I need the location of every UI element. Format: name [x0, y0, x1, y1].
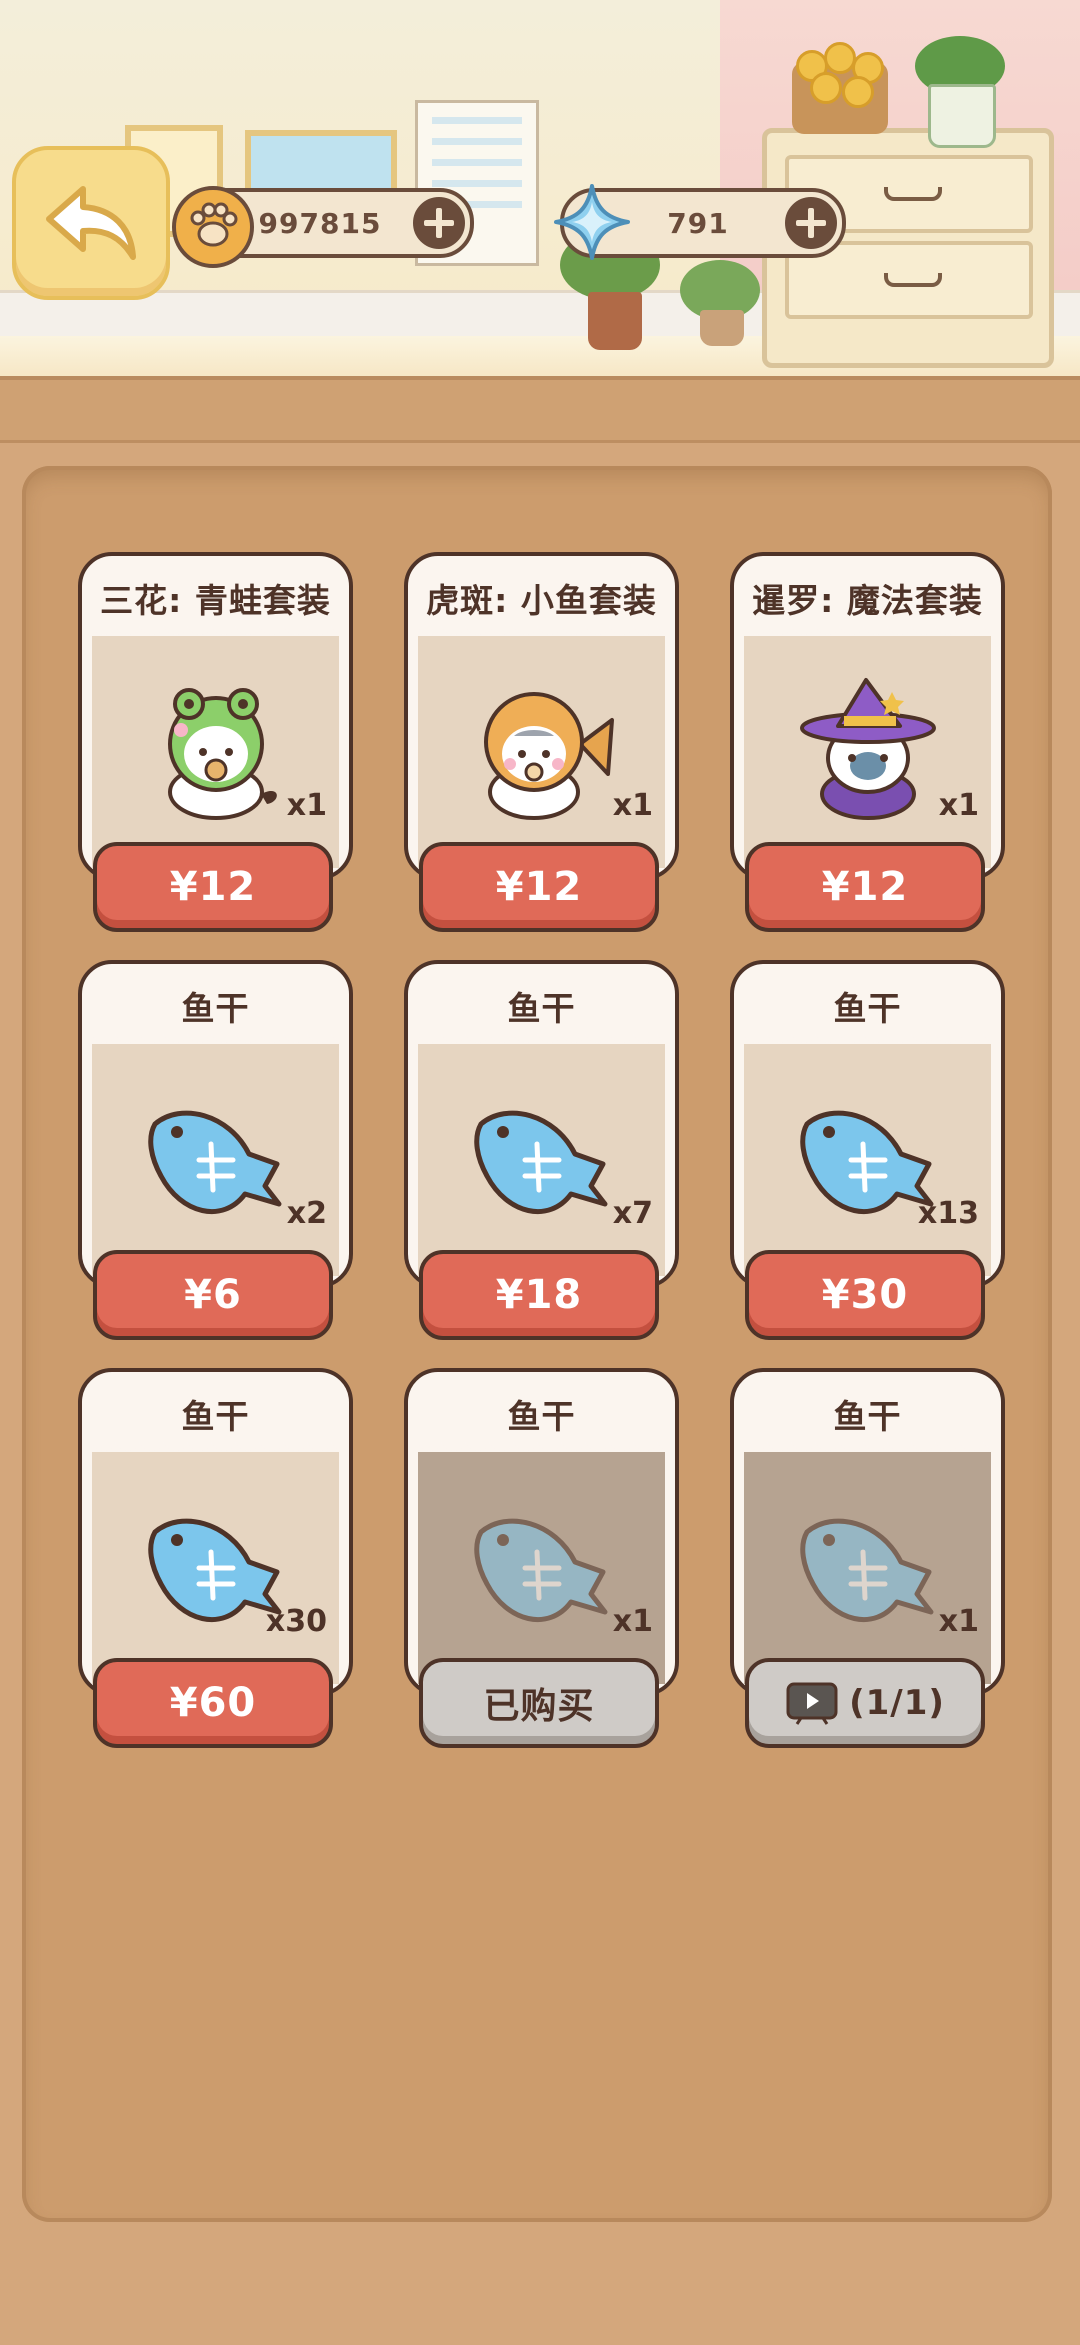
gem-currency-pill: 791: [554, 184, 846, 260]
item-quantity: x1: [938, 788, 979, 823]
pot-decoration: [700, 310, 744, 346]
item-quantity: x30: [265, 1604, 327, 1639]
item-quantity: x1: [612, 788, 653, 823]
shop-item-card: 鱼干 x1 (1/1): [730, 1368, 1005, 1748]
dried-fish-icon: [147, 1110, 281, 1215]
price-button[interactable]: ¥18: [419, 1250, 659, 1340]
shop-item-card: 虎斑: 小鱼套装 x1 ¥12: [404, 552, 679, 932]
item-quantity: x1: [938, 1604, 979, 1639]
item-title: 暹罗: 魔法套装: [752, 581, 983, 620]
price-button[interactable]: ¥12: [745, 842, 985, 932]
header-divider: [0, 376, 1080, 443]
item-quantity: x2: [286, 1196, 327, 1231]
item-title: 鱼干: [507, 1397, 576, 1436]
item-title: 三花: 青蛙套装: [100, 581, 331, 620]
back-button[interactable]: [12, 146, 170, 300]
price-button[interactable]: ¥12: [93, 842, 333, 932]
price-button[interactable]: ¥60: [93, 1658, 333, 1748]
flower: [842, 76, 874, 108]
item-title: 鱼干: [507, 989, 576, 1028]
video-ad-icon: [785, 1681, 839, 1725]
shop-item-card: 鱼干 x7 ¥18: [404, 960, 679, 1340]
back-arrow-icon: [46, 186, 136, 260]
item-quantity: x7: [612, 1196, 653, 1231]
item-quantity: x1: [612, 1604, 653, 1639]
shop-item-card: 鱼干 x13 ¥30: [730, 960, 1005, 1340]
dried-fish-icon: [473, 1518, 607, 1623]
item-title: 鱼干: [833, 1397, 902, 1436]
purchased-button: 已购买: [419, 1658, 659, 1748]
dried-fish-icon: [473, 1110, 607, 1215]
witch-costume-cat-icon: [799, 678, 936, 820]
shop-item-card: 鱼干 x1 已购买: [404, 1368, 679, 1748]
pot-decoration: [588, 292, 642, 350]
add-gems-button[interactable]: [782, 194, 840, 252]
item-title: 鱼干: [181, 989, 250, 1028]
pot-decoration: [928, 84, 996, 148]
item-quantity: x13: [917, 1196, 979, 1231]
paw-currency-pill: 997815: [172, 186, 474, 268]
price-button[interactable]: ¥6: [93, 1250, 333, 1340]
price-button[interactable]: ¥30: [745, 1250, 985, 1340]
item-title: 鱼干: [833, 989, 902, 1028]
shop-item-card: 三花: 青蛙套装 x1 ¥12: [78, 552, 353, 932]
frog-costume-cat-icon: [167, 688, 277, 820]
item-title: 鱼干: [181, 1397, 250, 1436]
ad-count-label: (1/1): [849, 1683, 945, 1723]
dried-fish-icon: [799, 1518, 933, 1623]
shop-item-card: 鱼干 x30 ¥60: [78, 1368, 353, 1748]
add-paw-coins-button[interactable]: [410, 194, 468, 252]
item-quantity: x1: [286, 788, 327, 823]
fish-costume-cat-icon: [483, 692, 614, 820]
shop-item-card: 暹罗: 魔法套装 x1 ¥12: [730, 552, 1005, 932]
flower: [810, 72, 842, 104]
item-title: 虎斑: 小鱼套装: [426, 581, 657, 620]
shop-item-card: 鱼干 x2 ¥6: [78, 960, 353, 1340]
price-button[interactable]: ¥12: [419, 842, 659, 932]
watch-ad-button[interactable]: (1/1): [745, 1658, 985, 1748]
